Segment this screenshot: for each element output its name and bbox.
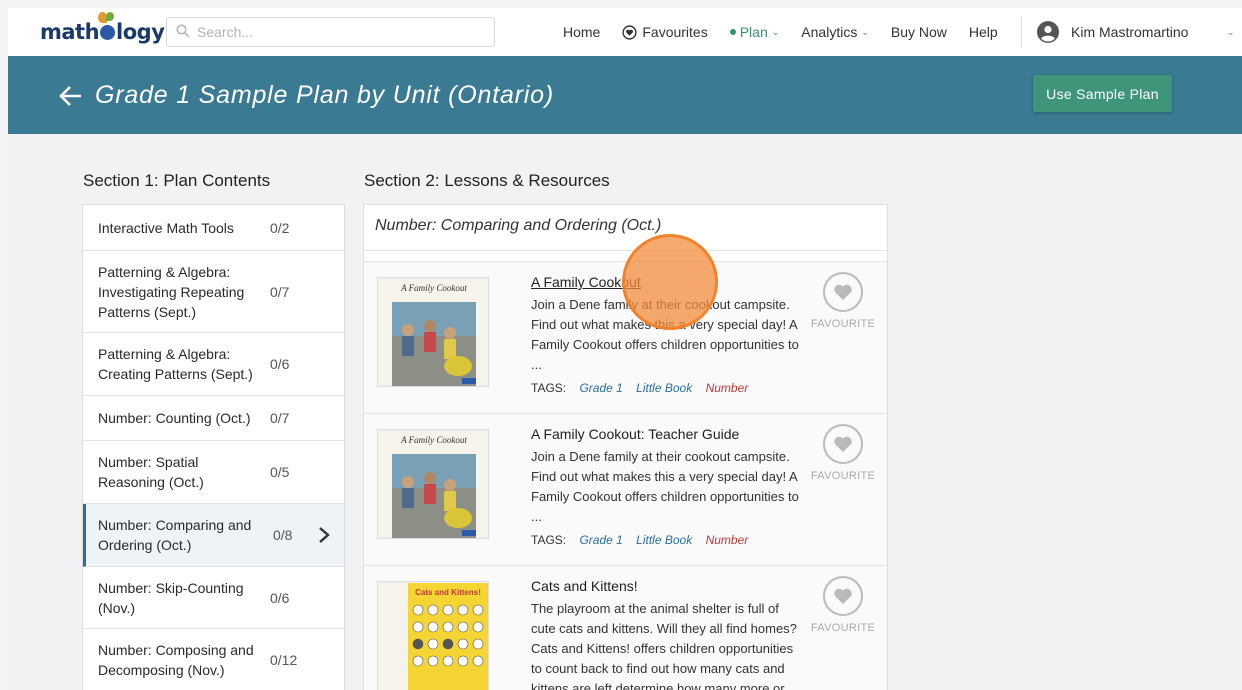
top-navbar: mathlogy Home Favourites Plan xyxy=(8,8,1242,56)
plan-item-label: Number: Composing and Decomposing (Nov.) xyxy=(98,642,254,678)
favourite-circle xyxy=(823,272,863,312)
chevron-down-icon: ⌄ xyxy=(1227,27,1235,37)
main-nav: Home Favourites Plan ⌄ Analytics ⌄ Buy N… xyxy=(563,8,1020,56)
resource-description: Join a Dene family at their cookout camp… xyxy=(531,449,799,524)
click-indicator xyxy=(622,234,718,330)
nav-buy-now-link[interactable]: Buy Now xyxy=(891,24,947,40)
resource-description: The playroom at the animal shelter is fu… xyxy=(531,601,797,690)
plan-item-label: Patterning & Algebra: Creating Patterns … xyxy=(98,346,253,382)
plan-item-count: 0/6 xyxy=(270,356,290,372)
heart-icon xyxy=(834,588,852,604)
chevron-down-icon: ⌄ xyxy=(861,26,869,37)
book-cover-illustration: Cats and Kittens! xyxy=(378,582,488,690)
favourite-button[interactable]: FAVOURITE xyxy=(810,272,876,330)
page-title: Grade 1 Sample Plan by Unit (Ontario) xyxy=(95,81,554,109)
tags-label: TAGS: xyxy=(531,381,567,395)
use-sample-plan-button[interactable]: Use Sample Plan xyxy=(1033,75,1172,112)
book-cover-image[interactable]: A Family Cookout xyxy=(377,429,489,539)
plan-item[interactable]: Patterning & Algebra: Investigating Repe… xyxy=(83,251,344,333)
tags-label: TAGS: xyxy=(531,533,567,547)
app-window: mathlogy Home Favourites Plan xyxy=(8,8,1242,690)
resource-card[interactable]: Cats and Kittens! Cats and Kittens! The … xyxy=(364,565,887,690)
user-name: Kim Mastromartino xyxy=(1071,24,1189,40)
plan-item-label: Number: Counting (Oct.) xyxy=(98,410,251,426)
user-avatar-icon xyxy=(1037,21,1059,43)
section2-title: Section 2: Lessons & Resources xyxy=(364,171,610,190)
search-input[interactable] xyxy=(197,22,487,42)
plan-contents-list: Interactive Math Tools 0/2 Patterning & … xyxy=(82,204,345,690)
plan-item[interactable]: Patterning & Algebra: Creating Patterns … xyxy=(83,333,344,396)
tag[interactable]: Grade 1 xyxy=(579,381,622,395)
plan-item[interactable]: Number: Composing and Decomposing (Nov.)… xyxy=(83,629,344,690)
heart-circle-icon xyxy=(622,24,637,40)
resource-title-link[interactable]: A Family Cookout: Teacher Guide xyxy=(531,426,739,442)
plan-item-label: Number: Skip-Counting (Nov.) xyxy=(98,579,244,616)
back-arrow-icon[interactable] xyxy=(58,83,84,109)
book-cover-illustration: A Family Cookout xyxy=(378,430,488,538)
plan-item-label: Interactive Math Tools xyxy=(98,219,234,236)
plan-header-banner: Grade 1 Sample Plan by Unit (Ontario) Us… xyxy=(8,56,1242,134)
cover-title: A Family Cookout xyxy=(400,283,467,293)
search-icon xyxy=(176,24,190,38)
section1-title: Section 1: Plan Contents xyxy=(83,171,271,190)
tag[interactable]: Grade 1 xyxy=(579,533,622,547)
resource-title-link[interactable]: Cats and Kittens! xyxy=(531,578,638,594)
favourite-button[interactable]: FAVOURITE xyxy=(810,576,876,634)
user-menu[interactable]: Kim Mastromartino ⌄ xyxy=(1037,8,1235,56)
plan-item[interactable]: Number: Skip-Counting (Nov.) 0/6 xyxy=(83,567,344,629)
nav-favourites-link[interactable]: Favourites xyxy=(622,24,708,40)
resource-tags: TAGS: Grade 1 Little Book Number xyxy=(531,381,748,395)
heart-icon xyxy=(834,284,852,300)
logo-o-icon xyxy=(100,25,116,40)
plan-item-count: 0/7 xyxy=(270,410,290,426)
plan-item-count: 0/8 xyxy=(273,527,293,543)
nav-help-link[interactable]: Help xyxy=(969,24,998,40)
unit-title: Number: Comparing and Ordering (Oct.) xyxy=(375,217,662,234)
favourite-button[interactable]: FAVOURITE xyxy=(810,424,876,482)
active-dot-icon xyxy=(729,29,736,35)
tag[interactable]: Number xyxy=(706,533,749,547)
logo-leaf-icon xyxy=(106,12,114,21)
tag[interactable]: Little Book xyxy=(636,533,692,547)
plan-item-label: Number: Spatial Reasoning (Oct.) xyxy=(98,454,204,490)
plan-item-count: 0/2 xyxy=(270,219,290,236)
tag[interactable]: Number xyxy=(706,381,749,395)
chevron-down-icon: ⌄ xyxy=(771,26,780,37)
plan-item-selected[interactable]: Number: Comparing and Ordering (Oct.) 0/… xyxy=(83,504,344,567)
chevron-right-icon xyxy=(319,527,330,543)
book-cover-image[interactable]: Cats and Kittens! xyxy=(377,581,489,690)
plan-item[interactable]: Interactive Math Tools 0/2 xyxy=(83,205,344,251)
nav-divider xyxy=(1021,16,1022,48)
nav-home-link[interactable]: Home xyxy=(563,24,600,40)
mathology-logo[interactable]: math logy xyxy=(40,12,165,44)
book-cover-illustration: A Family Cookout xyxy=(378,278,488,386)
book-cover-image[interactable]: A Family Cookout xyxy=(377,277,489,387)
tag[interactable]: Little Book xyxy=(636,381,692,395)
heart-icon xyxy=(834,436,852,452)
favourite-circle xyxy=(823,424,863,464)
cover-title: Cats and Kittens! xyxy=(415,588,481,597)
plan-item[interactable]: Number: Counting (Oct.) 0/7 xyxy=(83,396,344,441)
plan-item-label: Patterning & Algebra: Investigating Repe… xyxy=(98,263,245,320)
plan-item[interactable]: Number: Spatial Reasoning (Oct.) 0/5 xyxy=(83,441,344,504)
plan-item-count: 0/5 xyxy=(270,464,290,480)
cover-title: A Family Cookout xyxy=(400,435,467,445)
search-box[interactable] xyxy=(166,17,495,47)
favourite-label: FAVOURITE xyxy=(810,622,876,634)
divider xyxy=(364,250,887,251)
plan-item-count: 0/12 xyxy=(270,652,298,668)
resource-card[interactable]: A Family Cookout A Family Cookout: Teach… xyxy=(364,413,887,565)
resource-tags: TAGS: Grade 1 Little Book Number xyxy=(531,533,748,547)
plan-item-label: Number: Comparing and Ordering (Oct.) xyxy=(98,517,252,553)
favourite-label: FAVOURITE xyxy=(810,470,876,482)
favourite-circle xyxy=(823,576,863,616)
nav-plan-menu[interactable]: Plan ⌄ xyxy=(729,24,780,40)
nav-analytics-menu[interactable]: Analytics ⌄ xyxy=(801,24,869,40)
favourite-label: FAVOURITE xyxy=(810,318,876,330)
plan-item-count: 0/7 xyxy=(270,283,290,300)
plan-item-count: 0/6 xyxy=(270,589,290,606)
